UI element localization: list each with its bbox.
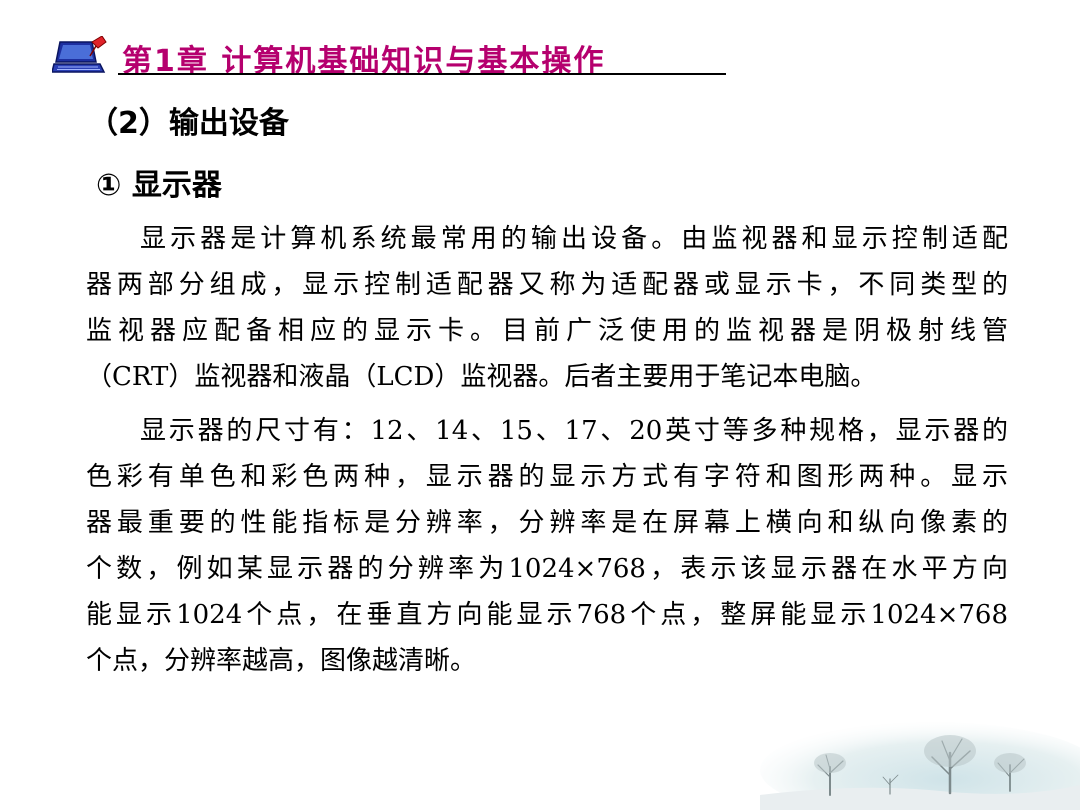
header-underline bbox=[118, 73, 726, 75]
paragraph-line: 个点，分辨率越高，图像越清晰。 bbox=[86, 646, 477, 676]
paragraph-line: 个数，例如某显示器的分辨率为1024×768，表示该显示器在水平方向 bbox=[86, 554, 1008, 584]
paragraph-1: 显示器是计算机系统最常用的输出设备。由监视器和显示控制适配 器两部分组成，显示控… bbox=[86, 216, 1008, 400]
winter-trees-decoration bbox=[760, 722, 1080, 810]
laptop-icon bbox=[52, 36, 107, 73]
slide-header: 第1章 计算机基础知识与基本操作 bbox=[52, 30, 726, 79]
paragraph-line: 显示器是计算机系统最常用的输出设备。由监视器和显示控制适配 bbox=[140, 224, 1008, 254]
section-heading: （2）输出设备 bbox=[88, 106, 289, 141]
paragraph-2: 显示器的尺寸有：12、14、15、17、20英寸等多种规格，显示器的 色彩有单色… bbox=[86, 408, 1008, 684]
paragraph-line: 监视器应配备相应的显示卡。目前广泛使用的监视器是阴极射线管 bbox=[86, 316, 1008, 346]
paragraph-line: （CRT）监视器和液晶（LCD）监视器。后者主要用于笔记本电脑。 bbox=[86, 362, 877, 392]
paragraph-line: 能显示1024个点，在垂直方向能显示768个点，整屏能显示1024×768 bbox=[86, 600, 1008, 630]
paragraph-line: 显示器的尺寸有：12、14、15、17、20英寸等多种规格，显示器的 bbox=[140, 416, 1008, 446]
paragraph-line: 色彩有单色和彩色两种，显示器的显示方式有字符和图形两种。显示 bbox=[86, 462, 1008, 492]
sub-heading: ① 显示器 bbox=[96, 168, 222, 203]
paragraph-line: 器两部分组成，显示控制适配器又称为适配器或显示卡，不同类型的 bbox=[86, 270, 1008, 300]
paragraph-line: 器最重要的性能指标是分辨率，分辨率是在屏幕上横向和纵向像素的 bbox=[86, 508, 1008, 538]
